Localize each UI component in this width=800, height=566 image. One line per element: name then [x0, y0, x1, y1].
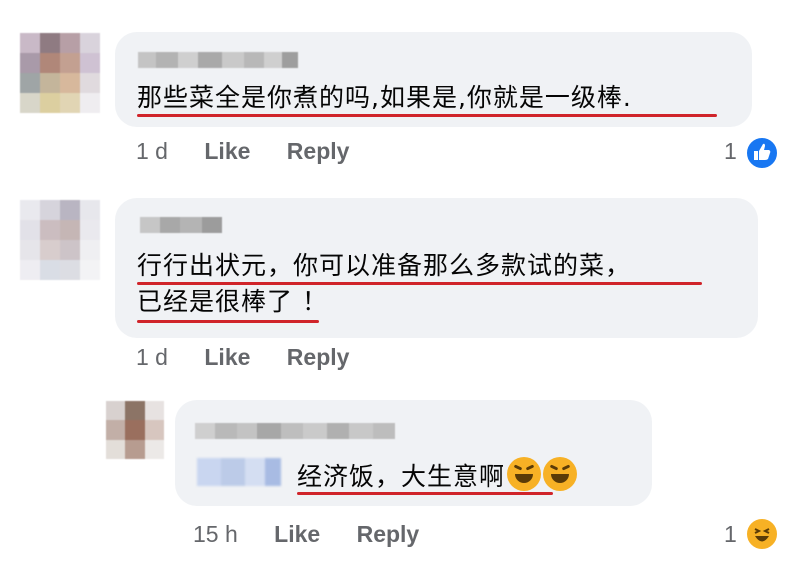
- comment-actions: 1 d Like Reply: [136, 138, 379, 165]
- comment-time[interactable]: 1 d: [136, 138, 168, 164]
- commenter-name[interactable]: [138, 52, 298, 68]
- haha-face-icon[interactable]: [745, 517, 779, 551]
- comment-text: 那些菜全是你煮的吗,如果是,你就是一级棒.: [137, 83, 632, 112]
- comment-text-line-1: 行行出状元，你可以准备那么多款试的菜，: [137, 251, 632, 280]
- highlight-underline: [297, 492, 553, 495]
- replier-name[interactable]: [195, 423, 395, 439]
- highlight-underline: [137, 320, 319, 323]
- commenter-name[interactable]: [140, 217, 222, 233]
- like-button[interactable]: Like: [204, 138, 250, 164]
- like-button[interactable]: Like: [204, 344, 250, 370]
- reply-button[interactable]: Reply: [357, 521, 420, 547]
- thumbs-up-icon[interactable]: [745, 136, 779, 170]
- commenter-avatar[interactable]: [20, 33, 100, 113]
- commenter-avatar[interactable]: [20, 200, 100, 280]
- reply-button[interactable]: Reply: [287, 344, 350, 370]
- comment-actions: 1 d Like Reply: [136, 344, 379, 371]
- rolling-laughing-icon: [543, 457, 578, 491]
- reaction-count[interactable]: 1: [724, 521, 737, 548]
- reply-text-content: 经济饭，大生意啊: [297, 462, 506, 491]
- comment-time[interactable]: 1 d: [136, 344, 168, 370]
- replier-avatar[interactable]: [106, 401, 164, 459]
- highlight-underline: [137, 282, 702, 285]
- mentioned-user-tag[interactable]: [197, 458, 281, 486]
- comment-text-line-2: 已经是很棒了 ！: [137, 287, 328, 316]
- like-button[interactable]: Like: [274, 521, 320, 547]
- reaction-count[interactable]: 1: [724, 138, 737, 165]
- highlight-underline: [137, 114, 717, 117]
- reply-button[interactable]: Reply: [287, 138, 350, 164]
- reply-time[interactable]: 15 h: [193, 521, 238, 547]
- reply-text: 经济饭，大生意啊: [297, 457, 578, 493]
- rolling-laughing-icon: [507, 457, 542, 491]
- reply-actions: 15 h Like Reply: [193, 521, 449, 548]
